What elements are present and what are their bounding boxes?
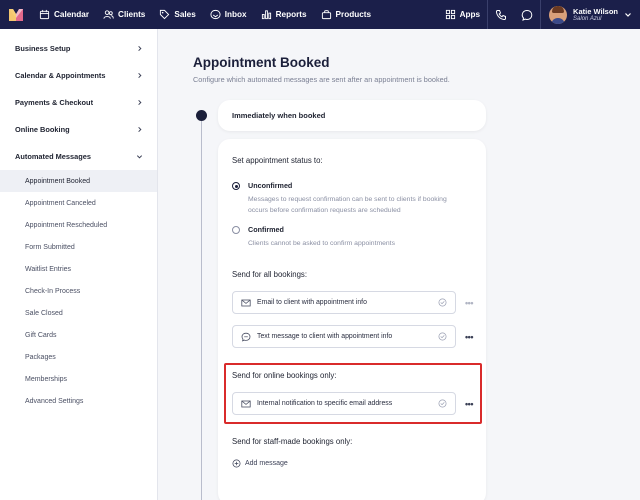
- message-row-email[interactable]: Email to client with appointment info: [232, 291, 456, 314]
- grid-icon: [445, 9, 455, 20]
- nav-clients-label: Clients: [118, 10, 146, 19]
- sidebar-item-memberships[interactable]: Memberships: [0, 368, 157, 390]
- nav-inbox[interactable]: Inbox: [203, 0, 254, 29]
- timeline-dot: [196, 110, 207, 121]
- phone-icon: [496, 9, 507, 20]
- message-row-text[interactable]: Text message to client with appointment …: [232, 325, 456, 348]
- sidebar-section-business-setup[interactable]: Business Setup: [0, 35, 157, 62]
- envelope-icon: [241, 299, 251, 306]
- page-description: Configure which automated messages are s…: [193, 75, 450, 84]
- sidebar-section-label: Business Setup: [15, 44, 71, 53]
- nav-reports[interactable]: Reports: [254, 0, 314, 29]
- top-nav: Calendar Clients Sales Inbox Reports Pro…: [0, 0, 640, 29]
- settings-sidebar: Business Setup Calendar & Appointments P…: [0, 29, 158, 500]
- sidebar-item-check-in-process[interactable]: Check-In Process: [0, 280, 157, 302]
- sidebar-item-advanced-settings[interactable]: Advanced Settings: [0, 390, 157, 412]
- radio-confirmed[interactable]: Confirmed Clients cannot be asked to con…: [232, 225, 468, 249]
- trigger-label: Immediately when booked: [232, 111, 326, 120]
- radio-description: Clients cannot be asked to confirm appoi…: [248, 240, 395, 247]
- trigger-card[interactable]: Immediately when booked: [218, 100, 486, 131]
- add-message-button[interactable]: Add message: [232, 459, 288, 468]
- staff-bookings-label: Send for staff-made bookings only:: [232, 437, 353, 446]
- user-name: Katie Wilson: [573, 7, 618, 16]
- message-config-card: Set appointment status to: Unconfirmed M…: [218, 139, 486, 500]
- inbox-icon: [210, 9, 221, 20]
- page-title: Appointment Booked: [193, 55, 330, 70]
- nav-products[interactable]: Products: [314, 0, 379, 29]
- sidebar-item-packages[interactable]: Packages: [0, 346, 157, 368]
- nav-sales-label: Sales: [174, 10, 196, 19]
- more-options-icon[interactable]: •••: [463, 325, 475, 348]
- check-circle-icon: [438, 332, 447, 341]
- nav-sales[interactable]: Sales: [152, 0, 202, 29]
- sidebar-item-appointment-booked[interactable]: Appointment Booked: [0, 170, 157, 192]
- user-menu[interactable]: Katie Wilson Salon Azul: [541, 0, 640, 29]
- nav-clients[interactable]: Clients: [96, 0, 152, 29]
- bar-chart-icon: [261, 10, 271, 20]
- sidebar-item-form-submitted[interactable]: Form Submitted: [0, 236, 157, 258]
- sidebar-section-online-booking[interactable]: Online Booking: [0, 116, 157, 143]
- timeline-line: [201, 115, 202, 500]
- sidebar-section-label: Calendar & Appointments: [15, 71, 106, 80]
- chat-icon: [521, 9, 533, 21]
- chevron-down-icon: [136, 155, 143, 159]
- sidebar-section-payments-checkout[interactable]: Payments & Checkout: [0, 89, 157, 116]
- check-circle-icon: [438, 298, 447, 307]
- phone-button[interactable]: [488, 0, 514, 29]
- nav-calendar-label: Calendar: [54, 10, 90, 19]
- radio-button[interactable]: [232, 226, 240, 234]
- add-message-label: Add message: [245, 460, 288, 467]
- status-section-label: Set appointment status to:: [232, 156, 323, 165]
- sidebar-item-gift-cards[interactable]: Gift Cards: [0, 324, 157, 346]
- sidebar-item-appointment-rescheduled[interactable]: Appointment Rescheduled: [0, 214, 157, 236]
- sidebar-section-label: Payments & Checkout: [15, 98, 94, 107]
- sidebar-item-sale-closed[interactable]: Sale Closed: [0, 302, 157, 324]
- tag-icon: [160, 9, 170, 20]
- chevron-right-icon: [138, 72, 142, 79]
- users-icon: [103, 10, 114, 19]
- chat-button[interactable]: [514, 0, 540, 29]
- nav-apps[interactable]: Apps: [438, 0, 487, 29]
- radio-title: Unconfirmed: [248, 181, 293, 190]
- sidebar-section-automated-messages[interactable]: Automated Messages: [0, 143, 157, 170]
- main-content: Appointment Booked Configure which autom…: [158, 29, 640, 500]
- radio-button-checked[interactable]: [232, 182, 240, 190]
- more-options-icon[interactable]: •••: [463, 291, 475, 314]
- sidebar-section-calendar-appointments[interactable]: Calendar & Appointments: [0, 62, 157, 89]
- sidebar-item-appointment-canceled[interactable]: Appointment Canceled: [0, 192, 157, 214]
- nav-products-label: Products: [335, 10, 372, 19]
- all-bookings-label: Send for all bookings:: [232, 270, 307, 279]
- chat-bubble-icon: [241, 332, 251, 341]
- app-logo[interactable]: [0, 0, 32, 29]
- chevron-right-icon: [138, 126, 142, 133]
- radio-title: Confirmed: [248, 225, 284, 234]
- radio-description: Messages to request confirmation can be …: [248, 196, 447, 214]
- bag-icon: [321, 10, 331, 20]
- nav-apps-label: Apps: [459, 10, 481, 19]
- plus-circle-icon: [232, 459, 241, 468]
- sidebar-section-label: Automated Messages: [15, 152, 91, 161]
- nav-calendar[interactable]: Calendar: [32, 0, 96, 29]
- sidebar-item-waitlist-entries[interactable]: Waitlist Entries: [0, 258, 157, 280]
- nav-inbox-label: Inbox: [224, 10, 247, 19]
- chevron-down-icon: [625, 12, 631, 17]
- logo-icon: [9, 8, 23, 21]
- highlight-box: [224, 363, 482, 424]
- radio-unconfirmed[interactable]: Unconfirmed Messages to request confirma…: [232, 181, 468, 216]
- nav-reports-label: Reports: [275, 10, 307, 19]
- message-text: Email to client with appointment info: [257, 299, 367, 306]
- user-location: Salon Azul: [573, 16, 602, 22]
- avatar: [549, 5, 568, 24]
- chevron-right-icon: [138, 45, 142, 52]
- sidebar-section-label: Online Booking: [15, 125, 70, 134]
- message-text: Text message to client with appointment …: [257, 333, 393, 340]
- chevron-right-icon: [138, 99, 142, 106]
- calendar-icon: [39, 9, 50, 20]
